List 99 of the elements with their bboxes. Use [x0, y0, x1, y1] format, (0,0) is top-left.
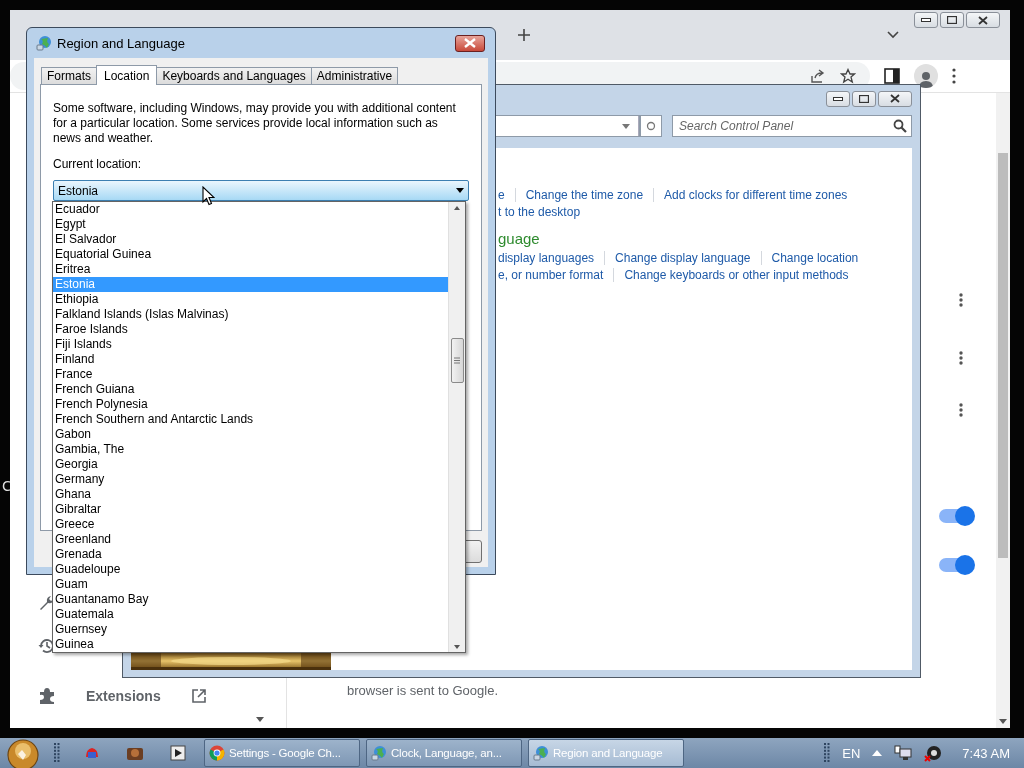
link[interactable]: display languages: [498, 250, 595, 265]
list-option[interactable]: France: [53, 367, 448, 382]
link[interactable]: Change location: [771, 250, 859, 265]
list-option[interactable]: French Guiana: [53, 382, 448, 397]
puzzle-icon: [38, 687, 56, 705]
section-heading: guage: [498, 230, 541, 249]
start-button[interactable]: [6, 738, 40, 768]
menu-icon[interactable]: [952, 68, 956, 84]
network-icon[interactable]: [894, 745, 913, 761]
side-panel-icon[interactable]: [884, 68, 900, 84]
tab[interactable]: Keyboards and Languages: [156, 67, 312, 84]
link[interactable]: e: [498, 187, 505, 202]
refresh-icon: [646, 121, 656, 131]
list-option[interactable]: Germany: [53, 472, 448, 487]
more-options-icon[interactable]: [959, 351, 963, 365]
grip-icon: [454, 357, 460, 364]
chrome-icon: [209, 745, 225, 761]
list-option[interactable]: Guam: [53, 577, 448, 592]
maximize-icon: [859, 94, 869, 103]
list-option[interactable]: Greenland: [53, 532, 448, 547]
close-icon: [890, 94, 900, 103]
grip-icon: [54, 743, 60, 763]
list-option[interactable]: Gibraltar: [53, 502, 448, 517]
muted-speaker-icon[interactable]: [924, 744, 943, 762]
minimize-button[interactable]: [914, 12, 938, 28]
chevron-down-icon[interactable]: [887, 31, 899, 39]
link[interactable]: Add clocks for different time zones: [664, 187, 848, 202]
close-icon: [464, 38, 476, 48]
close-icon: [978, 15, 988, 25]
tab[interactable]: Formats: [41, 67, 97, 84]
list-option[interactable]: Finland: [53, 352, 448, 367]
close-button[interactable]: [878, 90, 912, 107]
list-option[interactable]: Gabon: [53, 427, 448, 442]
list-option[interactable]: Ghana: [53, 487, 448, 502]
list-option[interactable]: French Polynesia: [53, 397, 448, 412]
window-title: Region and Language: [57, 35, 185, 51]
globe-icon: [36, 35, 52, 51]
list-option[interactable]: Guadeloupe: [53, 562, 448, 577]
field-label: Current location:: [53, 157, 143, 171]
list-option[interactable]: Grenada: [53, 547, 448, 562]
link[interactable]: Change display language: [615, 250, 751, 265]
more-options-icon[interactable]: [959, 403, 963, 417]
star-icon[interactable]: [840, 68, 856, 84]
profile-icon[interactable]: [914, 64, 938, 88]
refresh-button[interactable]: [640, 115, 662, 137]
list-option[interactable]: Eritrea: [53, 262, 448, 277]
settings-text: browser is sent to Google.: [347, 683, 500, 698]
list-option[interactable]: Falkland Islands (Islas Malvinas): [53, 307, 448, 322]
link[interactable]: e, or number format: [498, 267, 604, 282]
external-link-icon: [190, 688, 207, 704]
more-options-icon[interactable]: [959, 293, 963, 307]
toggle-switch[interactable]: [939, 558, 973, 572]
link[interactable]: t to the desktop: [498, 204, 581, 219]
list-option[interactable]: Gambia, The: [53, 442, 448, 457]
maximize-button[interactable]: [852, 90, 876, 107]
location-dropdown[interactable]: Estonia: [53, 180, 469, 201]
share-icon[interactable]: [810, 68, 826, 84]
scrollbar[interactable]: [996, 93, 1010, 728]
link[interactable]: Change the time zone: [525, 187, 644, 202]
description-text: Some software, including Windows, may provide you with additional content for a particular location. Some services provide local information such as news and weather.: [53, 101, 457, 146]
list-option[interactable]: Greece: [53, 517, 448, 532]
search-field[interactable]: Search Control Panel: [672, 115, 912, 137]
list-option[interactable]: Egypt: [53, 217, 448, 232]
tab[interactable]: Location: [96, 65, 158, 85]
toggle-switch[interactable]: [939, 509, 973, 523]
maximize-icon: [947, 16, 957, 24]
scroll-down-arrow-icon[interactable]: [256, 717, 264, 722]
minimize-icon: [833, 96, 843, 101]
plus-icon: [517, 28, 531, 42]
caret-up-icon[interactable]: [872, 750, 883, 756]
list-option[interactable]: Ecuador: [53, 202, 448, 217]
list-option[interactable]: Fiji Islands: [53, 337, 448, 352]
list-option[interactable]: Guernsey: [53, 622, 448, 637]
list-option[interactable]: El Salvador: [53, 232, 448, 247]
link[interactable]: Change keyboards or other input methods: [624, 267, 849, 282]
sidebar-item[interactable]: Extensions: [38, 681, 286, 711]
list-option[interactable]: Equatorial Guinea: [53, 247, 448, 262]
dropdown-arrow-icon[interactable]: [622, 123, 630, 129]
video-player-icon[interactable]: [170, 745, 186, 761]
grip-icon: [824, 743, 831, 763]
list-option[interactable]: French Southern and Antarctic Lands: [53, 412, 448, 427]
search-icon[interactable]: [893, 119, 907, 133]
close-button[interactable]: [966, 12, 1000, 28]
scrollbar[interactable]: [448, 202, 465, 652]
list-option[interactable]: Guantanamo Bay: [53, 592, 448, 607]
maximize-button[interactable]: [940, 12, 964, 28]
list-option[interactable]: Georgia: [53, 457, 448, 472]
globe-icon: [371, 745, 387, 761]
list-option[interactable]: Guinea: [53, 637, 448, 652]
list-option[interactable]: Faroe Islands: [53, 322, 448, 337]
minimize-icon: [921, 18, 931, 22]
scroll-down-arrow-icon[interactable]: [999, 719, 1007, 724]
dropdown-arrow-icon: [456, 188, 464, 193]
minimize-button[interactable]: [826, 90, 850, 107]
close-button[interactable]: [455, 34, 485, 52]
globe-icon: [533, 745, 549, 761]
list-option[interactable]: Guatemala: [53, 607, 448, 622]
list-option[interactable]: Ethiopia: [53, 292, 448, 307]
tab[interactable]: Administrative: [310, 67, 399, 84]
